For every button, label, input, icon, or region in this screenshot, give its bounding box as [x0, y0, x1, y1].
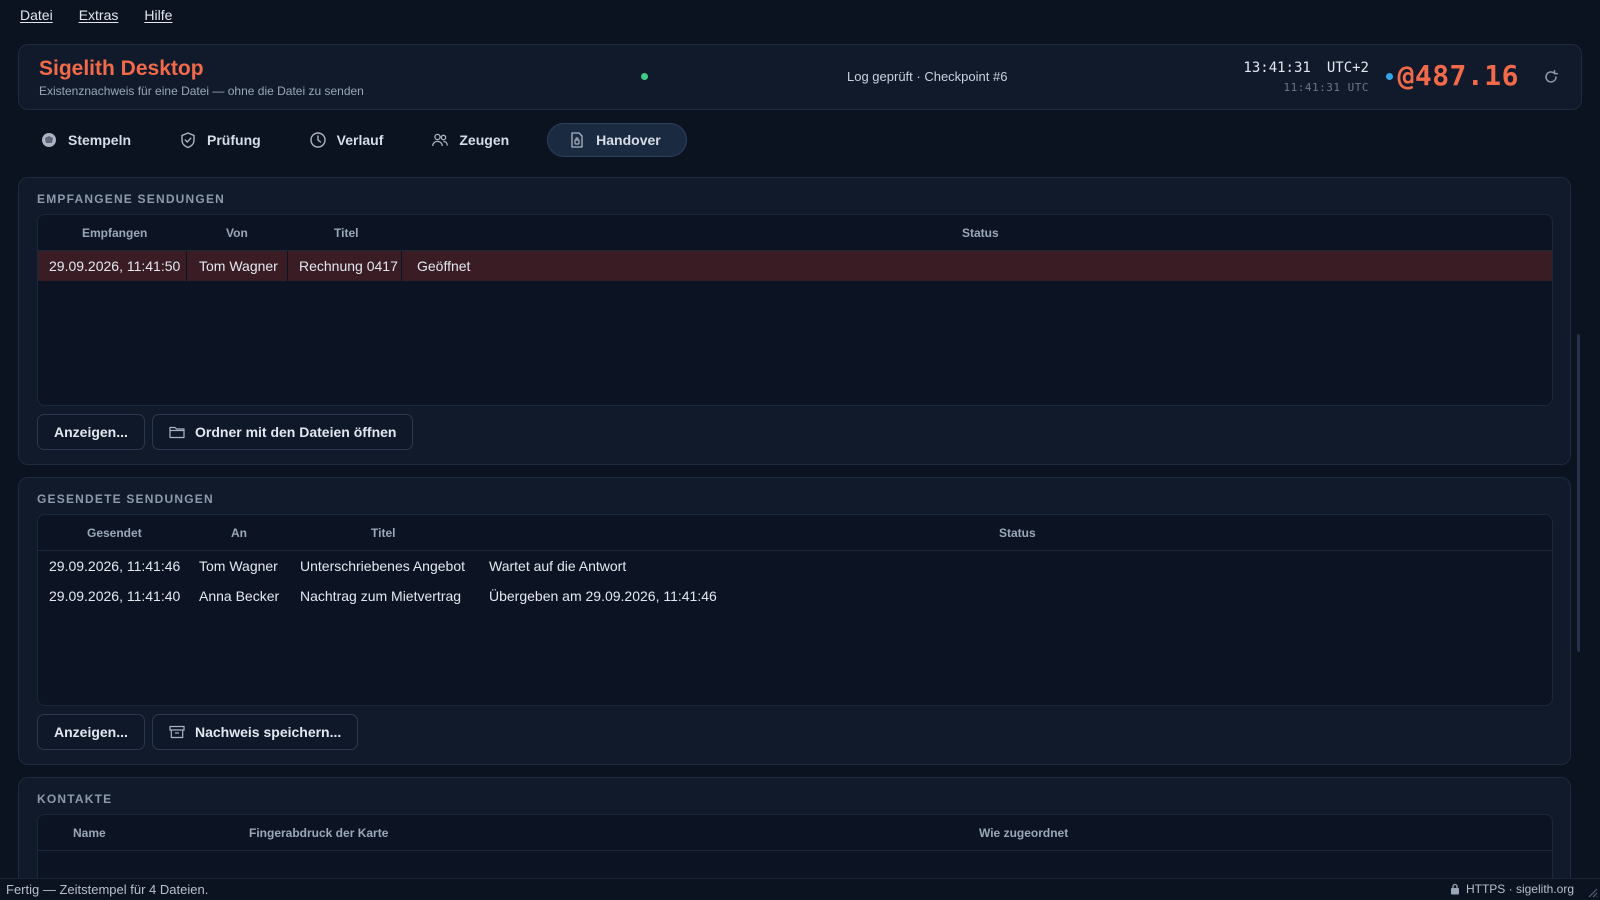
cell-to: Anna Becker: [199, 588, 280, 604]
lock-icon: [1450, 883, 1459, 895]
col-empfangen[interactable]: Empfangen: [82, 226, 147, 240]
tab-label: Handover: [596, 132, 661, 148]
app-title: Sigelith Desktop: [39, 57, 204, 80]
col-status[interactable]: Status: [999, 526, 1036, 540]
clock-local: 13:41:31: [1243, 60, 1311, 76]
sent-title: GESENDETE SENDUNGEN: [37, 492, 214, 506]
cell-status: Geöffnet: [417, 258, 471, 274]
stamp-icon: [42, 133, 56, 147]
contacts-title: KONTAKTE: [37, 792, 113, 806]
tab-stempeln[interactable]: Stempeln: [30, 123, 155, 157]
status-message: Fertig — Zeitstempel für 4 Dateien.: [6, 882, 209, 897]
received-title: EMPFANGENE SENDUNGEN: [37, 192, 226, 206]
connection-label: HTTPS · sigelith.org: [1465, 882, 1574, 896]
online-indicator: [641, 73, 648, 80]
refresh-icon: [1545, 70, 1559, 83]
clock-utc: 11:41:31 UTC: [1283, 81, 1369, 94]
sent-panel: GESENDETE SENDUNGEN Gesendet An Titel St…: [18, 477, 1571, 765]
folder-icon: [169, 426, 185, 439]
received-panel: EMPFANGENE SENDUNGEN Empfangen Von Titel…: [18, 177, 1571, 465]
status-bar: Fertig — Zeitstempel für 4 Dateien. HTTP…: [0, 878, 1600, 900]
log-status: Log geprüft · Checkpoint #6: [847, 69, 1008, 84]
clock-timezone: UTC+2: [1326, 60, 1369, 76]
table-header: Empfangen Von Titel Status: [38, 215, 1552, 251]
tab-label: Stempeln: [68, 132, 132, 148]
cell-title: Rechnung 0417: [299, 258, 398, 274]
balance-counter: @487.16: [1397, 59, 1519, 92]
main-tabs: Stempeln Prüfung Verlauf Zeugen Handover: [30, 123, 687, 157]
cell-date: 29.09.2026, 11:41:46: [49, 558, 181, 574]
connection-status: HTTPS · sigelith.org: [1450, 882, 1574, 896]
table-row[interactable]: 29.09.2026, 11:41:50 Tom Wagner Rechnung…: [38, 251, 1552, 281]
cell-status: Wartet auf die Antwort: [489, 558, 627, 574]
scrollbar[interactable]: [1577, 334, 1580, 652]
cell-to: Tom Wagner: [199, 558, 278, 574]
tab-label: Zeugen: [459, 132, 510, 148]
open-folder-button[interactable]: Ordner mit den Dateien öffnen: [152, 414, 414, 450]
table-header: Name Fingerabdruck der Karte Wie zugeord…: [38, 815, 1552, 851]
cell-date: 29.09.2026, 11:41:40: [49, 588, 181, 604]
button-label: Anzeigen...: [54, 424, 128, 440]
col-titel[interactable]: Titel: [371, 526, 395, 540]
refresh-button[interactable]: [1541, 67, 1561, 87]
cell-status: Übergeben am 29.09.2026, 11:41:46: [489, 588, 717, 604]
save-proof-button[interactable]: Nachweis speichern...: [152, 714, 359, 750]
col-titel[interactable]: Titel: [334, 226, 358, 240]
sync-indicator: [1386, 73, 1393, 80]
cell-title: Nachtrag zum Mietvertrag: [300, 588, 462, 604]
cell-date: 29.09.2026, 11:41:50: [49, 258, 181, 274]
table-row[interactable]: 29.09.2026, 11:41:46 Tom Wagner Untersch…: [38, 551, 1552, 581]
tab-pruefung[interactable]: Prüfung: [169, 123, 285, 157]
menu-hilfe[interactable]: Hilfe: [144, 7, 172, 23]
table-row[interactable]: 29.09.2026, 11:41:40 Anna Becker Nachtra…: [38, 581, 1552, 611]
col-gesendet[interactable]: Gesendet: [87, 526, 142, 540]
menu-bar: Datei Extras Hilfe: [0, 0, 1600, 30]
clock: 13:41:31 UTC+2: [1243, 60, 1369, 76]
archive-icon: [169, 725, 185, 739]
tab-zeugen[interactable]: Zeugen: [421, 123, 533, 157]
col-name[interactable]: Name: [73, 826, 106, 840]
received-table[interactable]: Empfangen Von Titel Status 29.09.2026, 1…: [37, 214, 1553, 406]
tab-verlauf[interactable]: Verlauf: [299, 123, 408, 157]
menu-extras[interactable]: Extras: [79, 7, 119, 23]
col-von[interactable]: Von: [226, 226, 248, 240]
col-fingerprint[interactable]: Fingerabdruck der Karte: [249, 826, 388, 840]
sent-view-button[interactable]: Anzeigen...: [37, 714, 145, 750]
shield-icon: [181, 132, 195, 149]
button-label: Ordner mit den Dateien öffnen: [195, 424, 397, 440]
received-view-button[interactable]: Anzeigen...: [37, 414, 145, 450]
tab-label: Verlauf: [336, 132, 384, 148]
col-status[interactable]: Status: [962, 226, 999, 240]
sent-table[interactable]: Gesendet An Titel Status 29.09.2026, 11:…: [37, 514, 1553, 706]
app-header: Sigelith Desktop Existenznachweis für ei…: [18, 44, 1582, 110]
col-assignment[interactable]: Wie zugeordnet: [979, 826, 1068, 840]
clock-icon: [309, 132, 326, 148]
resize-grip-icon[interactable]: [1586, 886, 1598, 898]
cell-title: Unterschriebenes Angebot: [300, 558, 465, 574]
button-label: Anzeigen...: [54, 724, 128, 740]
cell-from: Tom Wagner: [199, 258, 278, 274]
app-subtitle: Existenznachweis für eine Datei — ohne d…: [39, 84, 364, 98]
menu-datei[interactable]: Datei: [20, 7, 53, 23]
col-an[interactable]: An: [231, 526, 247, 540]
tab-label: Prüfung: [207, 132, 261, 148]
table-header: Gesendet An Titel Status: [38, 515, 1552, 551]
button-label: Nachweis speichern...: [195, 724, 342, 740]
document-icon: [571, 132, 583, 148]
users-icon: [432, 133, 449, 147]
tab-handover[interactable]: Handover: [547, 123, 687, 157]
